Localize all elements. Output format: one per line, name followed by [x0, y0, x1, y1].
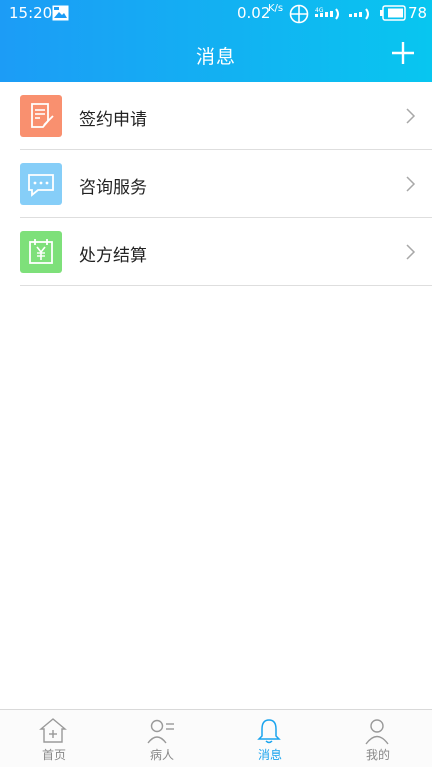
message-item-label: 签约申请 [79, 110, 147, 130]
calendar-yuan-icon [20, 231, 62, 273]
tab-label: 消息 [257, 748, 282, 762]
status-time: 15:20 [9, 4, 53, 22]
tab-home[interactable]: 首页 [0, 710, 108, 767]
net-speed: 0.02 [237, 4, 271, 22]
tab-patients[interactable]: 病人 [108, 710, 216, 767]
tab-label: 首页 [41, 748, 66, 762]
bottom-tab-bar: 首页 病人 消息 我的 [0, 709, 432, 767]
plus-icon[interactable] [390, 40, 416, 66]
chat-bubble-icon [20, 163, 62, 205]
chevron-right-icon [406, 244, 416, 260]
signal-icon: 4G [315, 7, 339, 20]
message-item-label: 咨询服务 [79, 178, 147, 198]
net-speed-unit: K/s [268, 3, 284, 14]
signal-icon-2 [349, 8, 369, 20]
chevron-right-icon [406, 176, 416, 192]
message-item-prescription[interactable]: 处方结算 [0, 218, 432, 286]
message-item-signing[interactable]: 签约申请 [0, 82, 432, 150]
battery-level: 78 [408, 4, 428, 22]
svg-text:4G: 4G [315, 7, 324, 14]
profile-icon [365, 719, 389, 745]
app-header: 15:20 0.02 K/s 4G 78 消息 [0, 0, 432, 82]
battery-icon [380, 5, 406, 21]
tab-label: 病人 [149, 748, 174, 762]
divider [20, 285, 432, 286]
message-item-consult[interactable]: 咨询服务 [0, 150, 432, 218]
tab-label: 我的 [365, 748, 390, 762]
patients-icon [147, 719, 174, 744]
tab-messages[interactable]: 消息 [216, 710, 324, 767]
status-bar: 15:20 0.02 K/s 4G 78 [0, 0, 432, 28]
tab-profile[interactable]: 我的 [324, 710, 432, 767]
home-icon [39, 718, 67, 743]
image-notification-icon [52, 5, 69, 21]
message-item-label: 处方结算 [79, 246, 147, 266]
bell-icon [257, 719, 281, 744]
page-title: 消息 [195, 46, 236, 68]
document-edit-icon [20, 95, 62, 137]
hotspot-icon [289, 4, 309, 24]
chevron-right-icon [406, 108, 416, 124]
